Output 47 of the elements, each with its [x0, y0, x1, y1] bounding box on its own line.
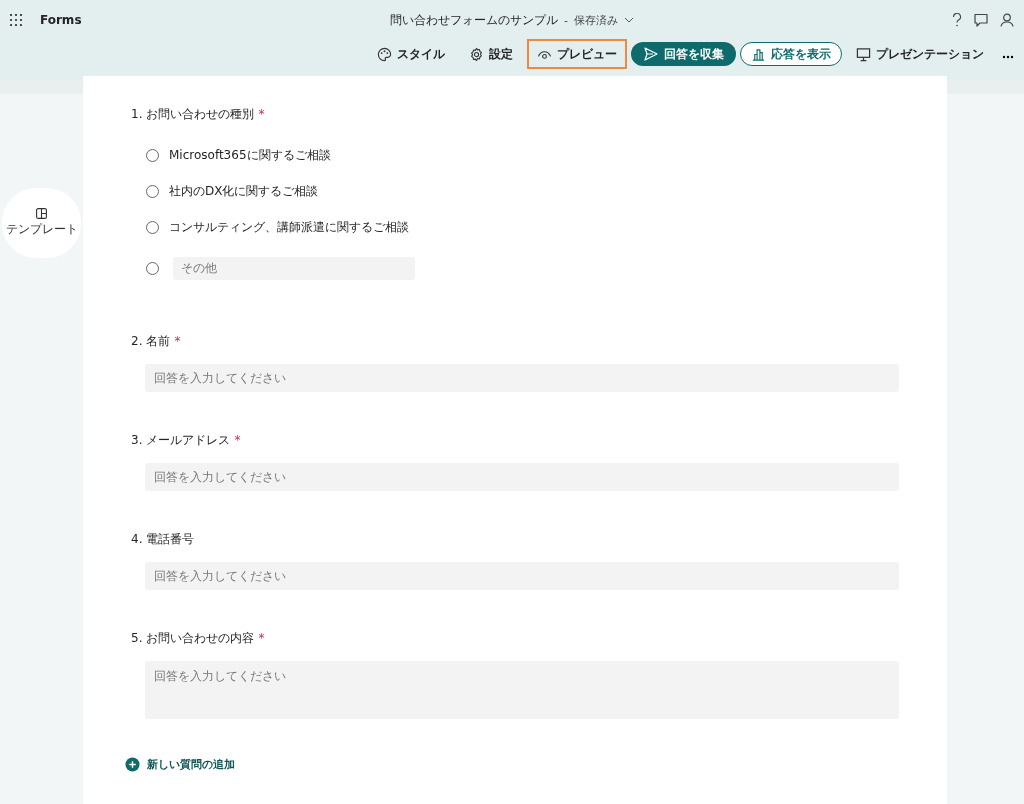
add-question-button[interactable]: 新しい質問の追加: [125, 757, 235, 772]
app-launcher-icon[interactable]: [10, 14, 22, 26]
app-name: Forms: [40, 13, 82, 27]
option-label: Microsoft365に関するご相談: [169, 146, 331, 164]
question-title: 電話番号: [146, 531, 195, 548]
question-title: 名前: [146, 333, 171, 350]
required-asterisk: *: [234, 433, 241, 447]
save-status: 保存済み: [574, 12, 618, 28]
chevron-down-icon[interactable]: [624, 17, 634, 23]
palette-icon: [377, 46, 392, 62]
style-button[interactable]: スタイル: [367, 39, 455, 69]
template-icon: [36, 208, 47, 219]
required-asterisk: *: [258, 107, 265, 121]
view-responses-button[interactable]: 応答を表示: [740, 42, 842, 66]
monitor-icon: [856, 46, 871, 62]
question-number: 5.: [131, 631, 143, 645]
user-icon[interactable]: [1000, 13, 1014, 27]
question-number: 1.: [131, 107, 143, 121]
answer-field[interactable]: 回答を入力してください: [145, 562, 899, 590]
presentation-button[interactable]: プレゼンテーション: [846, 39, 994, 69]
templates-button[interactable]: テンプレート: [2, 188, 81, 258]
more-icon: [1002, 54, 1014, 59]
question-title: お問い合わせの種別: [146, 106, 255, 123]
answer-field[interactable]: 回答を入力してください: [145, 661, 899, 719]
required-asterisk: *: [258, 631, 265, 645]
question-number: 3.: [131, 433, 143, 447]
settings-icon: [469, 46, 484, 62]
required-asterisk: *: [174, 334, 181, 348]
collect-responses-button[interactable]: 回答を収集: [631, 42, 736, 66]
question-title: メールアドレス: [146, 432, 231, 449]
bar-chart-icon: [751, 46, 766, 62]
question-number: 2.: [131, 334, 143, 348]
form-title[interactable]: 問い合わせフォームのサンプル: [390, 11, 558, 29]
settings-button[interactable]: 設定: [459, 39, 523, 69]
other-option-field[interactable]: その他: [173, 256, 415, 280]
option-label: 社内のDX化に関するご相談: [169, 182, 319, 200]
answer-field[interactable]: 回答を入力してください: [145, 463, 899, 491]
answer-field[interactable]: 回答を入力してください: [145, 364, 899, 392]
feedback-icon[interactable]: [974, 13, 988, 27]
title-separator: -: [564, 13, 568, 27]
plus-icon: [125, 757, 140, 772]
send-icon: [643, 46, 659, 62]
option-label: コンサルティング、講師派遣に関するご相談: [169, 218, 409, 236]
question-number: 4.: [131, 532, 143, 546]
preview-button[interactable]: プレビュー: [527, 39, 627, 69]
help-icon[interactable]: [952, 13, 962, 27]
question-title: お問い合わせの内容: [146, 630, 255, 647]
